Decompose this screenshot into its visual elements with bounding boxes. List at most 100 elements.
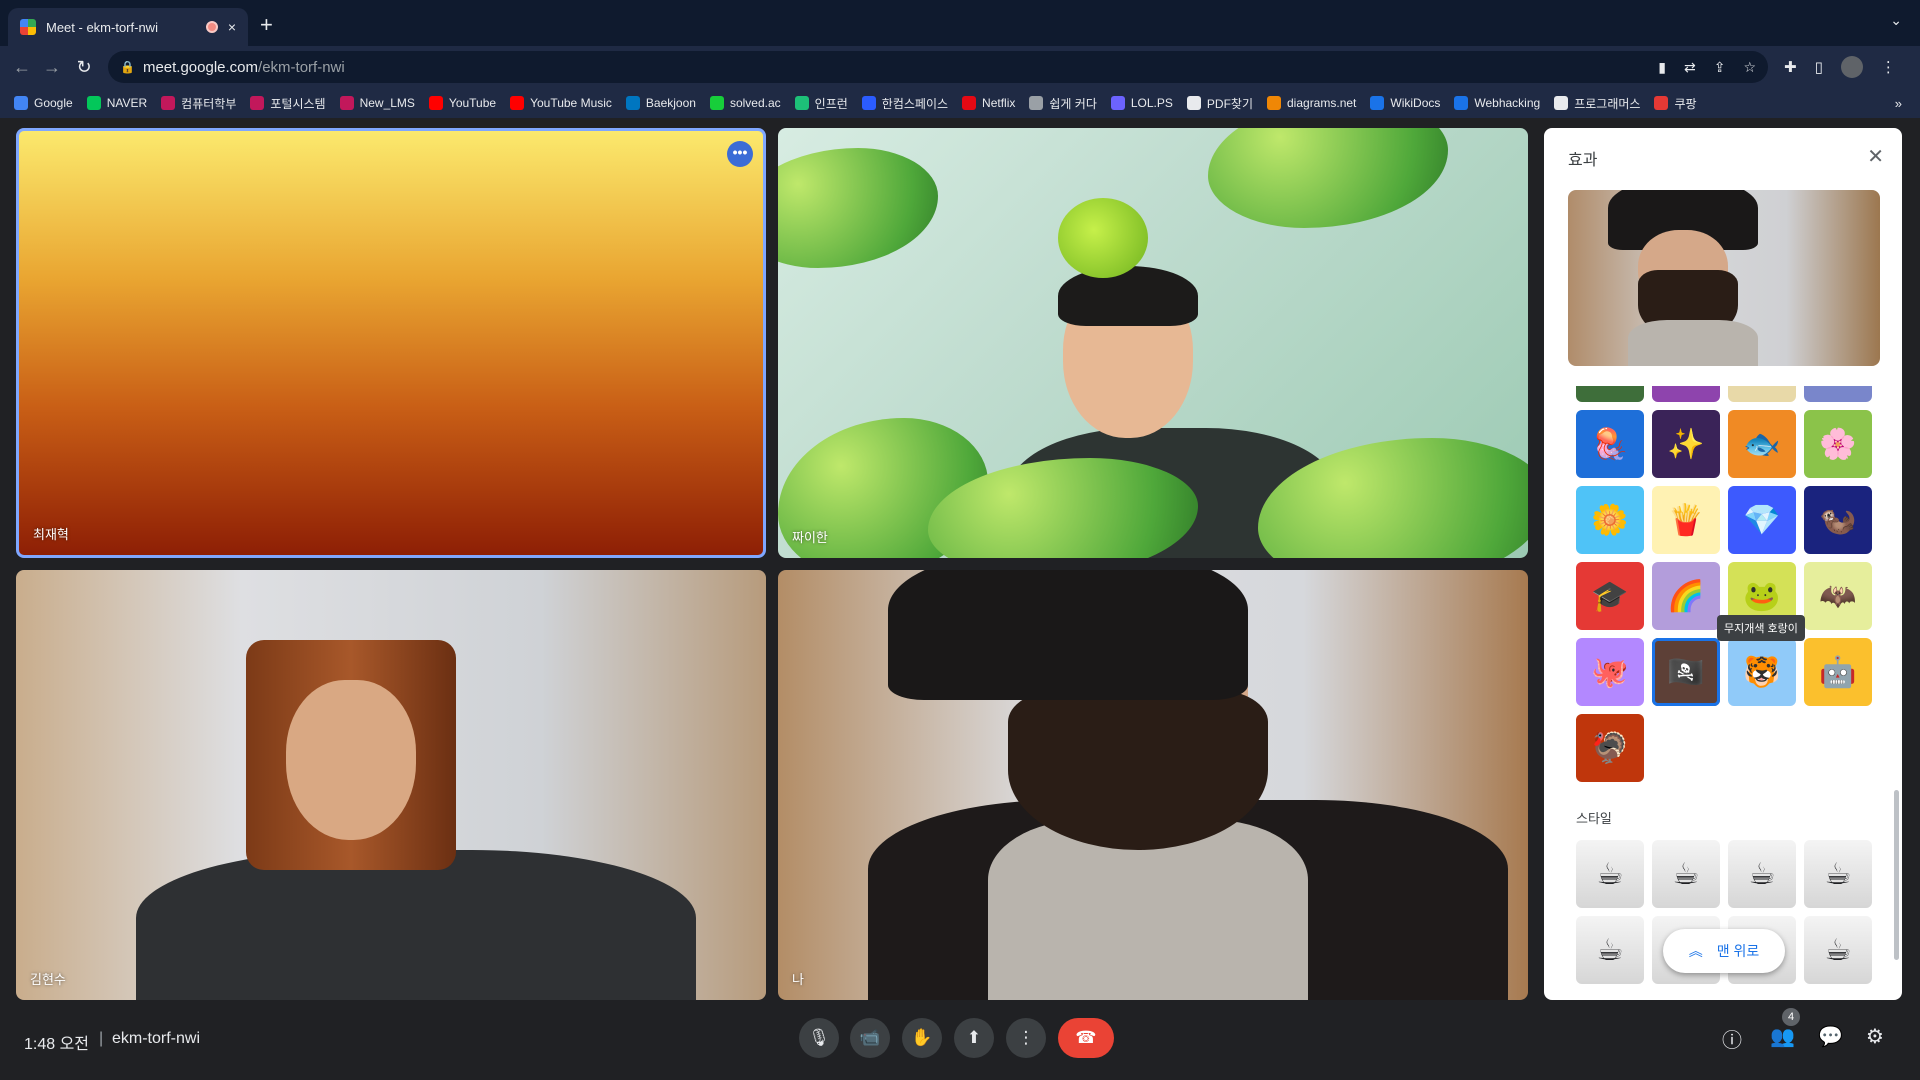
bookmark-item[interactable]: NAVER	[86, 96, 147, 110]
effect-tile[interactable]: 🌈	[1652, 562, 1720, 630]
effect-tile[interactable]	[1652, 386, 1720, 402]
present-screen-button[interactable]: ⬆	[954, 1018, 994, 1058]
reload-button[interactable]: ↻	[70, 57, 98, 78]
effects-row: 🐙 🏴‍☠️ 🐯 🤖	[1576, 638, 1876, 706]
bookmark-item[interactable]: YouTube Music	[510, 96, 612, 110]
profile-avatar[interactable]	[1840, 56, 1863, 78]
style-tile[interactable]: ☕	[1576, 916, 1644, 984]
effect-tile[interactable]: 💎	[1728, 486, 1796, 554]
style-tile[interactable]: ☕	[1652, 840, 1720, 908]
bookmark-favicon-icon	[625, 96, 640, 110]
participant-tile[interactable]: 짜이한	[778, 128, 1528, 558]
effects-panel-title: 효과	[1568, 152, 1598, 169]
chat-icon[interactable]: 💬	[1818, 1024, 1843, 1049]
bookmark-item[interactable]: Google	[14, 96, 73, 110]
microphone-button[interactable]: 🎙	[799, 1018, 839, 1058]
bookmark-item[interactable]: 인프런	[794, 95, 848, 112]
info-icon[interactable]: ⓘ	[1722, 1024, 1742, 1053]
activities-icon[interactable]: ⚙	[1866, 1024, 1884, 1049]
new-tab-button[interactable]: +	[260, 12, 273, 38]
style-tile[interactable]: ☕	[1728, 840, 1796, 908]
bookmark-item[interactable]: solved.ac	[709, 96, 781, 110]
bookmark-item[interactable]: YouTube	[428, 96, 497, 110]
close-icon[interactable]: ✕	[1867, 144, 1884, 169]
tab-search-icon[interactable]: ⌄	[1890, 12, 1902, 29]
effect-tile[interactable]: 🪼	[1576, 410, 1644, 478]
side-panel-icon[interactable]: ▯	[1815, 58, 1823, 76]
bookmark-item[interactable]: Webhacking	[1454, 96, 1540, 110]
bookmark-item[interactable]: 쉽게 커다	[1029, 95, 1097, 112]
bookmarks-bar: Google NAVER 컴퓨터학부 포털시스템 New_LMS YouTube YouTu…	[0, 88, 1920, 118]
bookmark-star-icon[interactable]: ☆	[1743, 59, 1756, 76]
bookmark-item[interactable]: Baekjoon	[625, 96, 696, 110]
bookmark-item[interactable]: WikiDocs	[1370, 96, 1440, 110]
participant-tile[interactable]: 김현수	[16, 570, 766, 1000]
bookmark-favicon-icon	[250, 96, 265, 110]
effect-tile[interactable]: 🌸	[1804, 410, 1872, 478]
effect-tile[interactable]: ✨	[1652, 410, 1720, 478]
frog-effect	[1058, 198, 1148, 278]
browser-tab[interactable]: Meet - ekm-torf-nwi ×	[8, 8, 248, 46]
effect-tile[interactable]	[1576, 386, 1644, 402]
people-icon[interactable]: 👥	[1770, 1024, 1795, 1049]
effect-tile[interactable]: 🤖	[1804, 638, 1872, 706]
effect-tile[interactable]: 🦃	[1576, 714, 1644, 782]
bookmark-item[interactable]: Netflix	[962, 96, 1015, 110]
camera-button[interactable]: 📹	[850, 1018, 890, 1058]
raise-hand-button[interactable]: ✋	[902, 1018, 942, 1058]
bookmark-favicon-icon	[962, 96, 977, 110]
browser-menu-icon[interactable]: ⋮	[1881, 58, 1896, 76]
effect-tile[interactable]: 🎓	[1576, 562, 1644, 630]
camera-in-use-icon[interactable]: ▮	[1658, 59, 1666, 76]
tab-close-icon[interactable]: ×	[228, 19, 236, 35]
bookmark-item[interactable]: 프로그래머스	[1554, 95, 1640, 112]
more-options-button[interactable]: ⋮	[1006, 1018, 1046, 1058]
bookmark-label: YouTube	[448, 96, 497, 110]
bookmark-item[interactable]: diagrams.net	[1267, 96, 1356, 110]
bookmark-item[interactable]: LOL.PS	[1110, 96, 1173, 110]
double-chevron-up-icon: ︽	[1688, 943, 1703, 959]
bookmark-item[interactable]: 컴퓨터학부	[161, 95, 236, 112]
effect-tile[interactable]: 🐯	[1728, 638, 1796, 706]
effect-tile[interactable]: 🍟	[1652, 486, 1720, 554]
back-to-top-button[interactable]: ︽ 맨 위로	[1663, 929, 1785, 973]
style-tile[interactable]: ☕	[1576, 840, 1644, 908]
bookmarks-overflow-icon[interactable]: »	[1895, 96, 1902, 111]
effect-tile[interactable]: 🏴‍☠️	[1652, 638, 1720, 706]
bookmark-item[interactable]: 한컴스페이스	[861, 95, 948, 112]
back-button[interactable]: ←	[8, 57, 36, 78]
bookmark-label: 쉽게 커다	[1049, 96, 1097, 111]
browser-tab-strip: Meet - ekm-torf-nwi × + ⌄	[0, 0, 1920, 46]
translate-icon[interactable]: ⇄	[1684, 59, 1696, 76]
more-options-icon[interactable]: •••	[727, 141, 753, 167]
effect-tile[interactable]	[1728, 386, 1796, 402]
share-icon[interactable]: ⇪	[1714, 59, 1726, 76]
effect-tile[interactable]: 🌼	[1576, 486, 1644, 554]
recording-indicator-icon	[205, 21, 218, 33]
style-tile[interactable]: ☕	[1804, 916, 1872, 984]
self-preview	[1568, 190, 1880, 366]
effect-tile[interactable]	[1804, 386, 1872, 402]
effect-tile[interactable]: 🦇	[1804, 562, 1872, 630]
effect-tile[interactable]: 🐙	[1576, 638, 1644, 706]
address-bar[interactable]: 🔒 meet.google.com /ekm-torf-nwi ▮ ⇄ ⇪ ☆	[108, 51, 1768, 83]
bookmark-item[interactable]: 포털시스템	[250, 95, 326, 112]
leaf-decoration	[1208, 128, 1448, 228]
panel-scrollbar[interactable]	[1894, 790, 1899, 960]
bookmark-item[interactable]: 쿠팡	[1654, 95, 1697, 112]
effect-tooltip: 무지개색 호랑이	[1717, 615, 1805, 641]
meet-favicon-icon	[20, 19, 36, 35]
style-tile[interactable]: ☕	[1804, 840, 1872, 908]
participant-tile[interactable]: 나	[778, 570, 1528, 1000]
forward-button[interactable]: →	[38, 57, 66, 78]
pirate-hat	[888, 570, 1248, 700]
bookmark-item[interactable]: PDF찾기	[1186, 95, 1253, 112]
participant-tile[interactable]: ••• 최재혁	[16, 128, 766, 558]
end-call-button[interactable]: ☎	[1058, 1018, 1114, 1058]
effect-tile[interactable]: 🦦	[1804, 486, 1872, 554]
lock-icon[interactable]: 🔒	[120, 60, 135, 74]
extensions-icon[interactable]: ✚	[1784, 58, 1797, 76]
bookmark-item[interactable]: New_LMS	[339, 96, 415, 110]
bookmark-favicon-icon	[1110, 96, 1125, 110]
effect-tile[interactable]: 🐟	[1728, 410, 1796, 478]
